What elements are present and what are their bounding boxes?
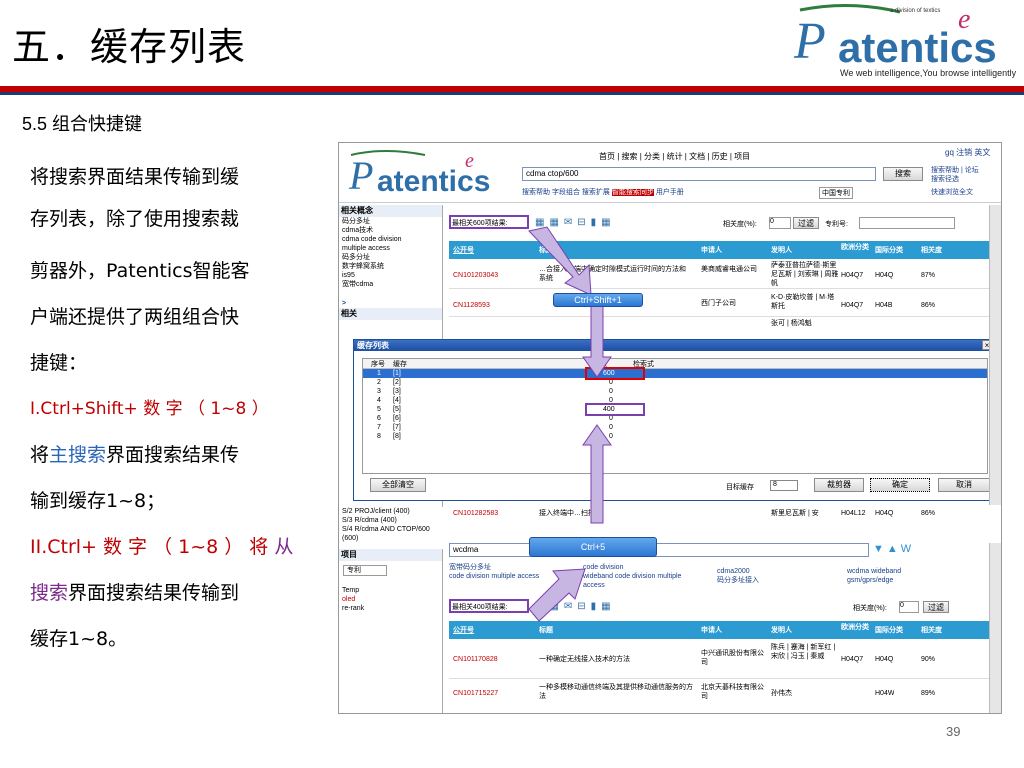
body-line-4: 户端还提供了两组组合快 [30,306,240,328]
body-line-5: 捷键： [30,352,88,374]
body-line-3: 剪器外，Patentics智能客 [30,260,250,282]
logo-tagline: a division of textics [890,8,941,14]
body-line-7: 将主搜索界面搜索结果传 [30,444,240,466]
logo-slogan: We web intelligence,You browse intellige… [840,68,1017,78]
body-line-10: 搜索界面搜索结果传输到 [30,582,240,604]
body-line-9: II.Ctrl+ 数 字 （ 1~8 ） 将 从 [30,536,294,558]
body-line-11: 缓存1~8。 [30,628,128,650]
callout-ctrl-shift-1: Ctrl+Shift+1 [553,293,643,307]
svg-text:e: e [958,4,970,35]
slide-title: 五．缓存列表 [12,25,247,69]
annotation-arrows [528,226,612,622]
body-line-8: 输到缓存1~8； [30,490,166,512]
logo-brand: atentics [838,24,997,71]
body-line-1: 将搜索界面结果传输到缓 [30,166,240,188]
page-number: 39 [946,724,961,739]
body-line-6: I.Ctrl+Shift+ 数 字 （ 1~8 ） [30,399,269,419]
callout-ctrl-5: Ctrl+5 [529,537,657,557]
title-rule-blue [0,92,1024,95]
logo-p: P [793,13,826,70]
section-heading: 5.5 组合快捷键 [22,114,143,134]
patentics-logo: P atentics e a division of textics We we… [790,2,1020,84]
app-screenshot: P atentics e 首页 | 搜索 | 分类 | 统计 | 文档 | 历史… [338,142,1002,714]
body-line-2: 存列表，除了使用搜索裁 [30,208,240,230]
